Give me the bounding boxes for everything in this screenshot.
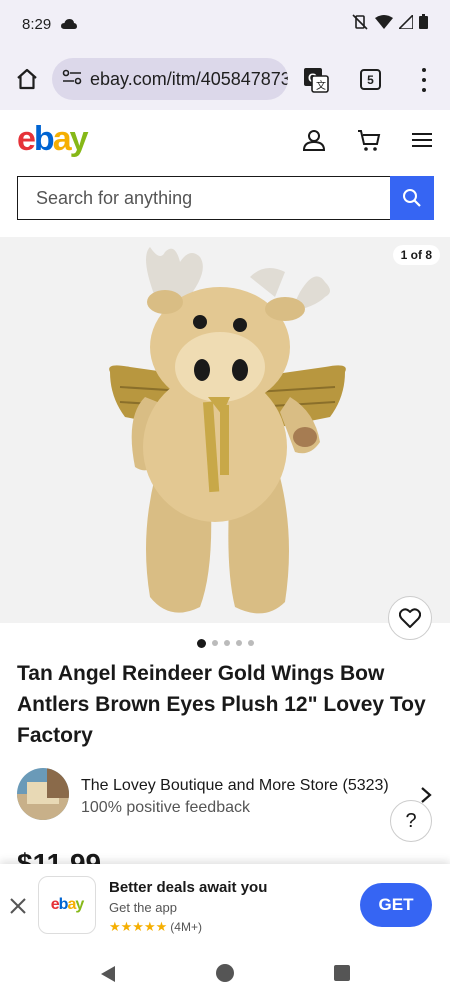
app-install-banner: ebay Better deals await you Get the app … bbox=[0, 864, 450, 946]
home-icon bbox=[17, 68, 37, 90]
wifi-icon bbox=[375, 14, 393, 34]
site-header: ebay bbox=[0, 110, 450, 170]
status-time: 8:29 bbox=[22, 15, 52, 33]
seller-avatar bbox=[17, 768, 69, 820]
search-bar: Search for anything bbox=[17, 176, 434, 220]
gallery-pagination bbox=[0, 639, 450, 648]
url-bar[interactable]: ebay.com/itm/405847873 bbox=[52, 58, 288, 100]
add-to-watchlist-button[interactable] bbox=[388, 596, 432, 640]
product-price: $11.99 bbox=[17, 848, 102, 864]
search-icon bbox=[403, 189, 421, 207]
battery-icon bbox=[419, 14, 428, 34]
heart-icon bbox=[399, 608, 421, 628]
svg-text:文: 文 bbox=[316, 79, 326, 92]
hamburger-menu-icon[interactable] bbox=[411, 128, 435, 152]
chevron-right-icon[interactable] bbox=[419, 786, 433, 804]
gallery-dot[interactable] bbox=[235, 640, 242, 646]
ebay-app-icon: ebay bbox=[38, 876, 96, 934]
home-nav-icon[interactable] bbox=[216, 964, 234, 982]
search-input[interactable]: Search for anything bbox=[17, 176, 390, 220]
seller-info[interactable]: The Lovey Boutique and More Store (5323)… bbox=[17, 768, 437, 824]
system-nav-bar bbox=[0, 946, 450, 1000]
vibrate-off-icon bbox=[351, 13, 369, 35]
seller-name[interactable]: The Lovey Boutique and More Store (5323) bbox=[81, 777, 389, 795]
browser-toolbar: ebay.com/itm/405847873 G文 5 bbox=[0, 48, 450, 110]
product-image[interactable] bbox=[100, 237, 355, 623]
search-button[interactable] bbox=[390, 176, 434, 220]
seller-feedback: 100% positive feedback bbox=[81, 799, 250, 816]
banner-subtitle: Get the app bbox=[109, 900, 177, 915]
get-app-button[interactable]: GET bbox=[360, 883, 432, 927]
signal-icon bbox=[397, 12, 414, 34]
product-title: Tan Angel Reindeer Gold Wings Bow Antler… bbox=[17, 662, 426, 747]
review-count: (4M+) bbox=[170, 920, 202, 934]
rating-stars: ★★★★★ (4M+) bbox=[109, 919, 202, 934]
cart-icon[interactable] bbox=[357, 128, 381, 152]
translate-icon: G文 bbox=[304, 68, 329, 93]
home-button[interactable] bbox=[14, 66, 40, 92]
gallery-dot[interactable] bbox=[211, 640, 218, 646]
ebay-logo[interactable]: ebay bbox=[17, 120, 89, 159]
recents-icon[interactable] bbox=[334, 965, 350, 981]
gallery-dot[interactable] bbox=[223, 640, 230, 646]
image-counter: 1 of 8 bbox=[392, 245, 440, 265]
status-icons bbox=[351, 12, 428, 35]
gallery-dot-active[interactable] bbox=[196, 639, 206, 648]
product-image-gallery[interactable]: 1 of 8 bbox=[0, 237, 450, 623]
status-bar: 8:29 bbox=[0, 0, 450, 48]
translate-button[interactable]: G文 bbox=[303, 67, 329, 93]
url-text: ebay.com/itm/405847873 bbox=[90, 68, 288, 89]
help-button[interactable]: ? bbox=[390, 800, 432, 842]
close-icon[interactable] bbox=[8, 896, 28, 916]
browser-menu-button[interactable] bbox=[416, 68, 432, 92]
back-icon[interactable] bbox=[99, 965, 117, 983]
banner-title: Better deals await you bbox=[109, 879, 268, 896]
site-settings-icon[interactable] bbox=[62, 69, 82, 90]
tab-switcher-button[interactable]: 5 bbox=[360, 69, 381, 90]
gallery-dot[interactable] bbox=[247, 640, 254, 646]
account-icon[interactable] bbox=[302, 128, 326, 152]
cloud-icon bbox=[61, 18, 78, 30]
